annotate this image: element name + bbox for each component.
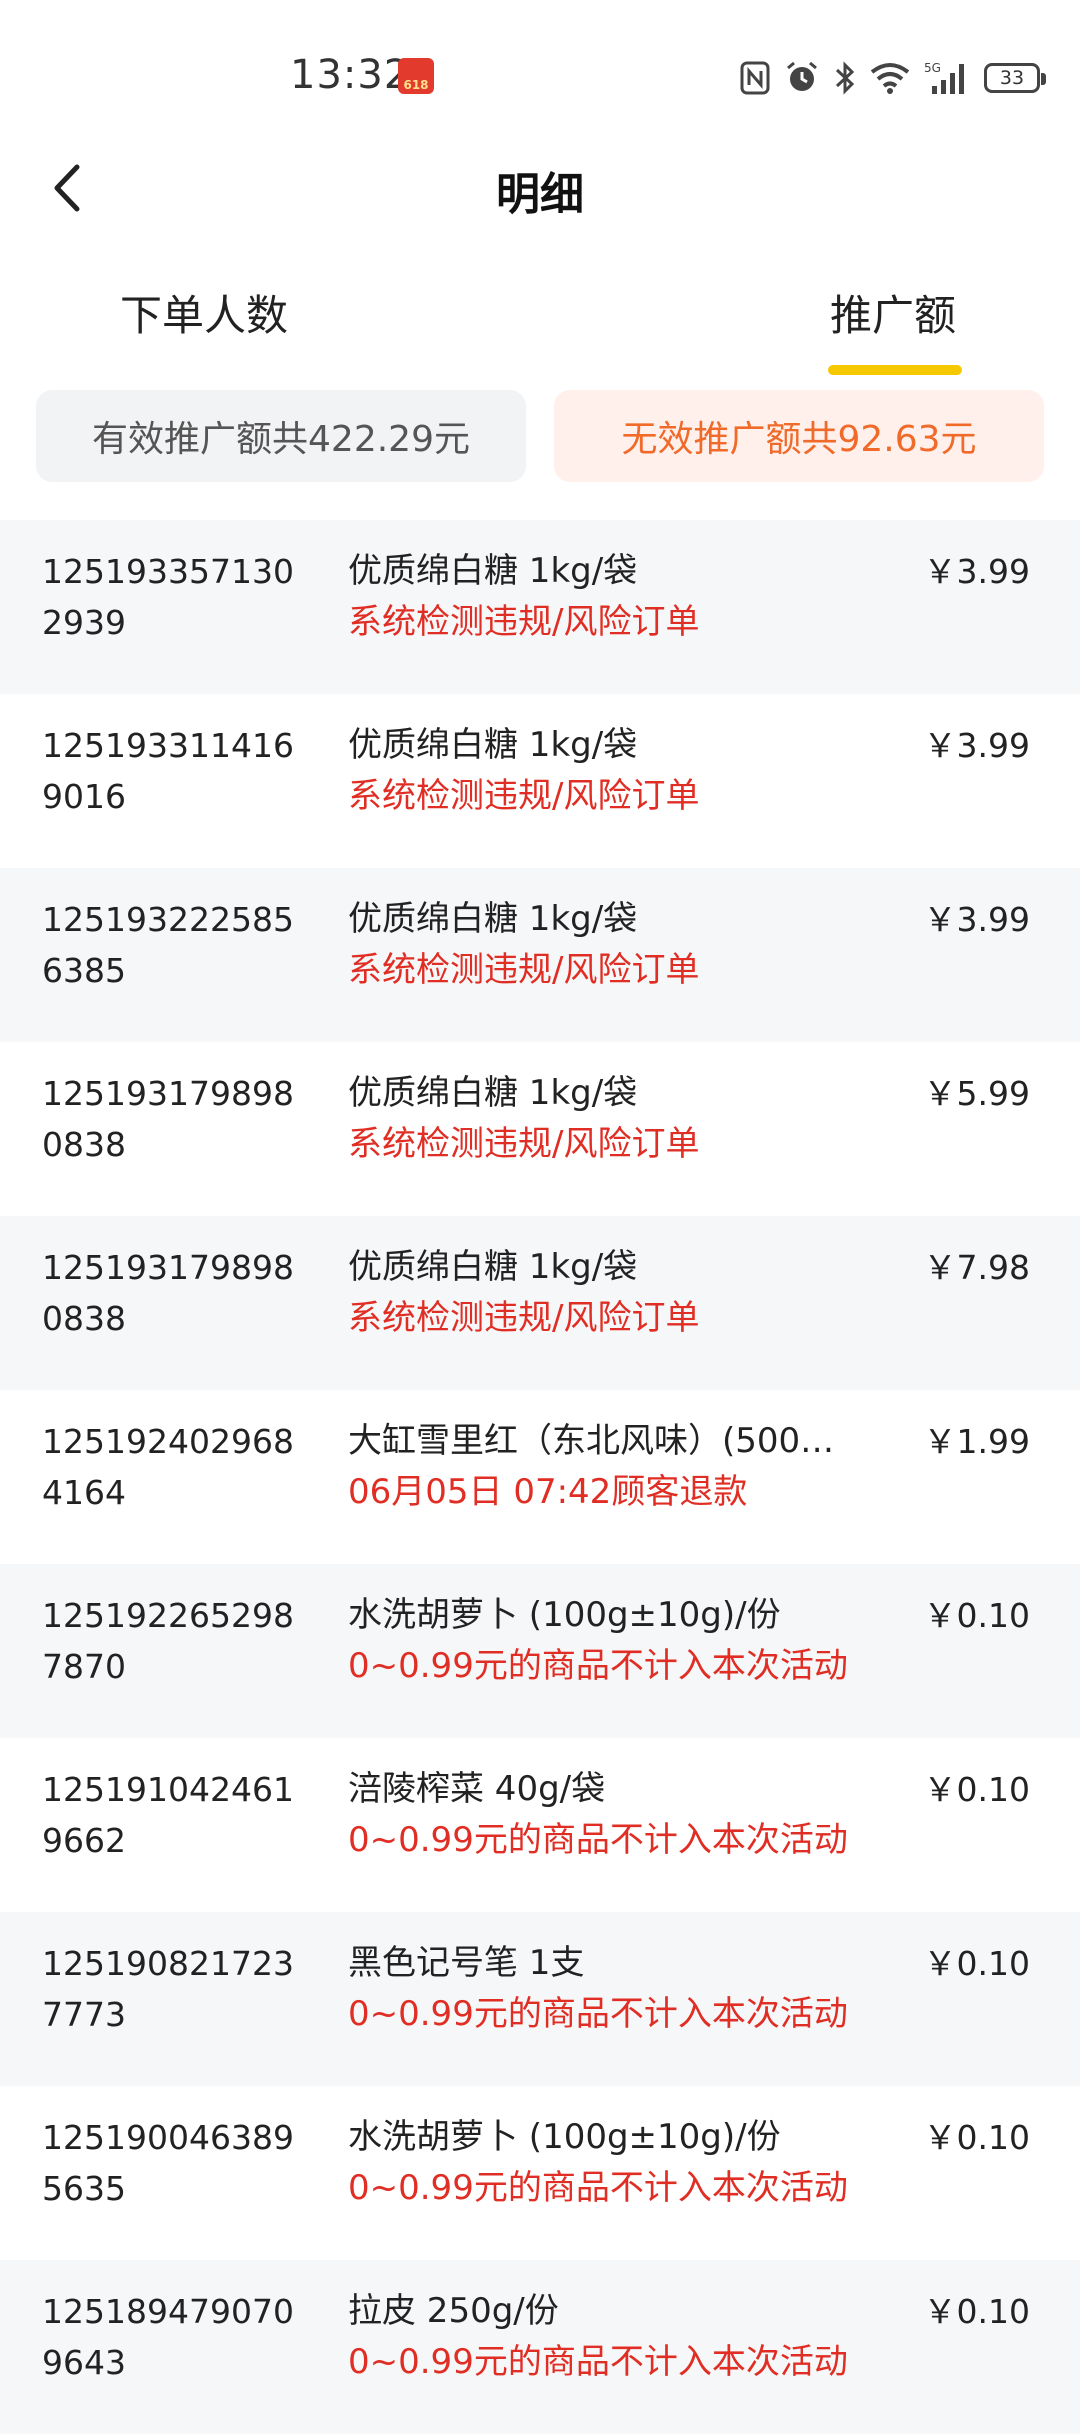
active-tab-indicator xyxy=(828,365,962,375)
status-bar: 13:32 618 5G 33 xyxy=(0,0,1080,160)
tab-order-count[interactable]: 下单人数 xyxy=(120,282,288,343)
amount-filters: 有效推广额共422.29元 无效推广额共92.63元 xyxy=(36,390,1044,482)
order-number: 1251931798980838 xyxy=(42,1248,294,1338)
order-amount: ￥7.98 xyxy=(923,1248,1030,1287)
order-number: 1251924029684164 xyxy=(42,1422,294,1512)
product-name: 黑色记号笔 1支 xyxy=(348,1943,585,1983)
tab-bar: 下单人数 推广额 xyxy=(0,270,1080,380)
svg-text:5G: 5G xyxy=(924,61,941,75)
invalid-reason: 系统检测违规/风险订单 xyxy=(348,1298,700,1338)
product-name: 大缸雪里红（东北风味）(500… xyxy=(348,1421,835,1461)
alarm-icon xyxy=(784,60,820,96)
status-time: 13:32 xyxy=(290,52,411,98)
nfc-icon xyxy=(740,61,770,95)
order-row[interactable]: 1251922652987870 水洗胡萝卜 (100g±10g)/份 0~0.… xyxy=(0,1564,1080,1738)
product-name: 优质绵白糖 1kg/袋 xyxy=(348,1247,638,1287)
wifi-icon xyxy=(870,62,910,94)
invalid-reason: 系统检测违规/风险订单 xyxy=(348,776,700,816)
product-name: 优质绵白糖 1kg/袋 xyxy=(348,551,638,591)
invalid-reason: 0~0.99元的商品不计入本次活动 xyxy=(348,2342,848,2382)
order-amount: ￥0.10 xyxy=(923,2292,1030,2331)
order-row[interactable]: 1251910424619662 涪陵榨菜 40g/袋 0~0.99元的商品不计… xyxy=(0,1738,1080,1912)
order-row[interactable]: 1251931798980838 优质绵白糖 1kg/袋 系统检测违规/风险订单… xyxy=(0,1216,1080,1390)
signal-icon: 5G xyxy=(924,60,970,96)
battery-icon: 33 xyxy=(984,63,1046,93)
status-icons: 5G 33 xyxy=(740,58,1046,98)
order-number: 1251933114169016 xyxy=(42,726,294,816)
header: 明细 xyxy=(0,140,1080,236)
invalid-reason: 系统检测违规/风险订单 xyxy=(348,950,700,990)
order-amount: ￥0.10 xyxy=(923,1596,1030,1635)
product-name: 水洗胡萝卜 (100g±10g)/份 xyxy=(348,2117,781,2157)
invalid-reason: 系统检测违规/风险订单 xyxy=(348,602,700,642)
invalid-reason: 0~0.99元的商品不计入本次活动 xyxy=(348,2168,848,2208)
product-name: 拉皮 250g/份 xyxy=(348,2291,559,2331)
invalid-reason: 系统检测违规/风险订单 xyxy=(348,1124,700,1164)
product-name: 优质绵白糖 1kg/袋 xyxy=(348,899,638,939)
order-number: 1251900463895635 xyxy=(42,2118,294,2208)
order-row[interactable]: 1251894790709643 拉皮 250g/份 0~0.99元的商品不计入… xyxy=(0,2260,1080,2434)
order-number: 1251910424619662 xyxy=(42,1770,294,1860)
product-name: 水洗胡萝卜 (100g±10g)/份 xyxy=(348,1595,781,1635)
invalid-reason: 0~0.99元的商品不计入本次活动 xyxy=(348,1646,848,1686)
valid-amount-filter[interactable]: 有效推广额共422.29元 xyxy=(36,390,526,482)
order-amount: ￥5.99 xyxy=(923,1074,1030,1113)
order-amount: ￥3.99 xyxy=(923,726,1030,765)
order-row[interactable]: 1251933114169016 优质绵白糖 1kg/袋 系统检测违规/风险订单… xyxy=(0,694,1080,868)
order-row[interactable]: 1251931798980838 优质绵白糖 1kg/袋 系统检测违规/风险订单… xyxy=(0,1042,1080,1216)
order-number: 1251933571302939 xyxy=(42,552,294,642)
bluetooth-icon xyxy=(834,60,856,96)
product-name: 涪陵榨菜 40g/袋 xyxy=(348,1769,606,1809)
invalid-amount-filter[interactable]: 无效推广额共92.63元 xyxy=(554,390,1044,482)
order-row[interactable]: 1251924029684164 大缸雪里红（东北风味）(500… 06月05日… xyxy=(0,1390,1080,1564)
order-list: 1251933571302939 优质绵白糖 1kg/袋 系统检测违规/风险订单… xyxy=(0,520,1080,2434)
order-number: 1251931798980838 xyxy=(42,1074,294,1164)
invalid-reason: 0~0.99元的商品不计入本次活动 xyxy=(348,1994,848,2034)
order-amount: ￥0.10 xyxy=(923,1770,1030,1809)
order-amount: ￥3.99 xyxy=(923,552,1030,591)
order-number: 1251932225856385 xyxy=(42,900,294,990)
page-title: 明细 xyxy=(496,169,584,220)
order-row[interactable]: 1251908217237773 黑色记号笔 1支 0~0.99元的商品不计入本… xyxy=(0,1912,1080,2086)
invalid-reason: 0~0.99元的商品不计入本次活动 xyxy=(348,1820,848,1860)
order-row[interactable]: 1251932225856385 优质绵白糖 1kg/袋 系统检测违规/风险订单… xyxy=(0,868,1080,1042)
tab-promotion-amount[interactable]: 推广额 xyxy=(830,282,956,343)
order-amount: ￥0.10 xyxy=(923,2118,1030,2157)
order-row[interactable]: 1251933571302939 优质绵白糖 1kg/袋 系统检测违规/风险订单… xyxy=(0,520,1080,694)
order-row[interactable]: 1251900463895635 水洗胡萝卜 (100g±10g)/份 0~0.… xyxy=(0,2086,1080,2260)
product-name: 优质绵白糖 1kg/袋 xyxy=(348,1073,638,1113)
order-number: 1251908217237773 xyxy=(42,1944,294,2034)
order-amount: ￥1.99 xyxy=(923,1422,1030,1461)
invalid-reason: 06月05日 07:42顾客退款 xyxy=(348,1472,748,1512)
order-number: 1251894790709643 xyxy=(42,2292,294,2382)
product-name: 优质绵白糖 1kg/袋 xyxy=(348,725,638,765)
order-amount: ￥3.99 xyxy=(923,900,1030,939)
promo-618-icon: 618 xyxy=(398,58,434,94)
order-amount: ￥0.10 xyxy=(923,1944,1030,1983)
order-number: 1251922652987870 xyxy=(42,1596,294,1686)
